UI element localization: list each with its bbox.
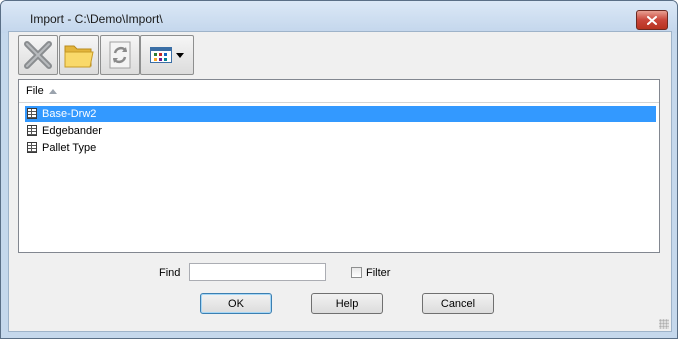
- folder-icon: [64, 45, 94, 68]
- window-title: Import - C:\Demo\Import\: [30, 12, 163, 26]
- import-dialog: Import - C:\Demo\Import\ File Base-Drw2 …: [0, 0, 678, 339]
- filter-label: Filter: [366, 267, 391, 279]
- x-icon: [24, 41, 52, 69]
- close-icon: [647, 15, 657, 25]
- find-label: Find: [159, 267, 181, 279]
- list-item-label: Base-Drw2: [42, 108, 97, 120]
- find-input[interactable]: [189, 263, 326, 281]
- open-folder-button[interactable]: [59, 35, 99, 75]
- cancel-button[interactable]: Cancel: [422, 293, 494, 314]
- column-header-label: File: [26, 85, 44, 97]
- column-header-file[interactable]: File: [19, 80, 659, 103]
- title-bar: Import - C:\Demo\Import\: [1, 1, 677, 33]
- sort-ascending-icon: [49, 89, 57, 94]
- list-item[interactable]: Edgebander: [25, 123, 656, 139]
- refresh-button[interactable]: [100, 35, 140, 75]
- file-list[interactable]: File Base-Drw2 Edgebander Pallet Type: [18, 79, 660, 253]
- resize-grip[interactable]: [659, 319, 669, 329]
- table-icon: [27, 142, 37, 153]
- list-item-label: Pallet Type: [42, 142, 97, 154]
- table-icon: [27, 108, 37, 119]
- list-item-label: Edgebander: [42, 125, 102, 137]
- table-icon: [27, 125, 37, 136]
- list-item[interactable]: Pallet Type: [25, 140, 656, 156]
- list-item[interactable]: Base-Drw2: [25, 106, 656, 122]
- close-button[interactable]: [636, 10, 668, 30]
- help-button[interactable]: Help: [311, 293, 383, 314]
- grid-view-icon: [150, 47, 172, 63]
- view-mode-button[interactable]: [140, 35, 194, 75]
- chevron-down-icon: [176, 52, 184, 58]
- ok-button[interactable]: OK: [200, 293, 272, 314]
- refresh-icon: [109, 41, 131, 69]
- dialog-body: File Base-Drw2 Edgebander Pallet Type Fi…: [8, 31, 672, 332]
- delete-button[interactable]: [18, 35, 58, 75]
- filter-checkbox[interactable]: [351, 267, 362, 278]
